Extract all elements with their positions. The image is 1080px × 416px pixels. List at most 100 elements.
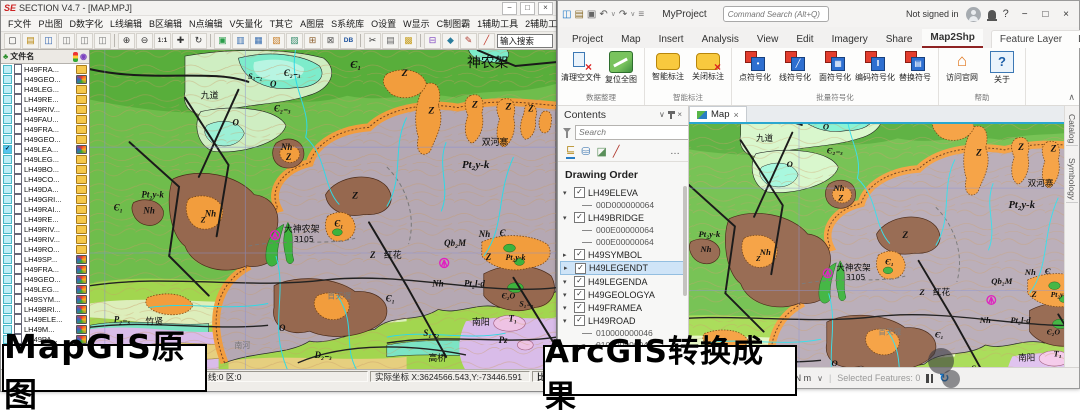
context-tab-feature-layer[interactable]: Feature Layer [992, 31, 1070, 48]
layer-item-h49legendt[interactable]: ▸✓H49LEGENDT [560, 261, 686, 275]
ribbon-button-about[interactable]: 关于 [983, 50, 1021, 91]
file-checkbox[interactable] [3, 275, 12, 284]
save-icon[interactable]: ◫ [40, 33, 57, 49]
polygon-view-icon[interactable]: ▥ [232, 33, 249, 49]
attach-icon[interactable]: ▨ [286, 33, 303, 49]
file-row[interactable]: ✓H49LEA... [1, 144, 89, 154]
save-project-icon[interactable]: ◫ [562, 9, 571, 20]
area-edit-icon[interactable]: ▣ [214, 33, 231, 49]
file-row[interactable]: LH49CO... [1, 174, 89, 184]
file-checkbox[interactable] [3, 185, 12, 194]
expander-icon[interactable]: ▾ [563, 291, 571, 299]
list-by-drawing-order-icon[interactable]: ⊑ [566, 143, 575, 159]
layer-checkbox[interactable]: ✓ [574, 302, 585, 313]
file-checkbox[interactable] [3, 205, 12, 214]
ribbon-button-reset[interactable]: 复位全图 [602, 50, 640, 91]
layer-item-h49symbol[interactable]: ▸✓H49SYMBOL [560, 248, 686, 261]
tools-icon[interactable]: ⊠ [322, 33, 339, 49]
mapgis-menu-item-2[interactable]: D数字化 [67, 17, 107, 30]
minimize-button[interactable]: − [1016, 9, 1034, 20]
ribbon-tab-analysis[interactable]: Analysis [694, 31, 747, 48]
file-row[interactable]: H49LEG... [1, 84, 89, 94]
layer-item-lh49eleva[interactable]: ▾✓LH49ELEVA [560, 186, 686, 199]
ribbon-button-note[interactable]: 智能标注 [649, 50, 687, 91]
file-checkbox[interactable] [3, 165, 12, 174]
file-row[interactable]: H49FRA... [1, 64, 89, 74]
ribbon-tab-map2shp[interactable]: Map2Shp [922, 29, 982, 48]
mapgis-menu-item-0[interactable]: F文件 [5, 17, 35, 30]
mapgis-menu-item-13[interactable]: 1辅助工具 [474, 17, 521, 30]
layer-checkbox[interactable]: ✓ [574, 249, 585, 260]
mapgis-menu-item-11[interactable]: W显示 [400, 17, 433, 30]
maximize-button[interactable]: □ [520, 2, 535, 15]
expander-icon[interactable]: ▾ [563, 189, 571, 197]
ribbon-button-sym-pg[interactable]: 面符号化 [816, 50, 854, 91]
ribbon-button-clean[interactable]: 清理空文件 [562, 50, 600, 91]
pause-drawing-icon[interactable] [926, 374, 933, 383]
file-checkbox[interactable]: ✓ [3, 145, 12, 154]
expander-icon[interactable]: ▾ [563, 214, 571, 222]
command-search-input[interactable] [723, 6, 829, 22]
mapgis-menu-item-4[interactable]: B区编辑 [146, 17, 185, 30]
zoom-in-icon[interactable]: ⊕ [118, 33, 135, 49]
docked-tab-symbology[interactable]: Symbology [1066, 156, 1078, 203]
collapse-ribbon-icon[interactable]: ∧ [1068, 92, 1075, 103]
redo-icon[interactable]: ↷ [619, 9, 627, 20]
layer-checkbox[interactable]: ✓ [574, 276, 585, 287]
close-button[interactable]: × [538, 2, 553, 15]
zoom-out-icon[interactable]: ⊖ [136, 33, 153, 49]
layers-icon[interactable]: ▧ [268, 33, 285, 49]
file-checkbox[interactable] [3, 125, 12, 134]
edit-point-icon[interactable]: ✎ [460, 33, 477, 49]
export-icon[interactable]: ◫ [94, 33, 111, 49]
open-icon[interactable]: ▤ [574, 9, 583, 20]
file-row[interactable]: H49FRA... [1, 264, 89, 274]
ribbon-tab-imagery[interactable]: Imagery [824, 31, 876, 48]
file-checkbox[interactable] [3, 305, 12, 314]
context-tab-labeling[interactable]: Labeling [1070, 31, 1080, 48]
layer-item-h49legenda[interactable]: ▾✓H49LEGENDA [560, 275, 686, 288]
avatar[interactable] [966, 7, 981, 22]
map-view-tab[interactable]: Map × [689, 106, 747, 122]
file-checkbox[interactable] [3, 155, 12, 164]
layer-symbol-item[interactable]: 00D000000064 [560, 199, 686, 211]
table-icon[interactable]: ⊞ [304, 33, 321, 49]
mapgis-menu-item-1[interactable]: P出图 [36, 17, 66, 30]
ribbon-button-noteoff[interactable]: 关闭标注 [689, 50, 727, 91]
file-checkbox[interactable] [3, 195, 12, 204]
mapgis-menu-item-8[interactable]: A图层 [297, 17, 327, 30]
save-all-icon[interactable]: ◫ [76, 33, 93, 49]
layer-symbol-item[interactable]: 000E00000064 [560, 236, 686, 248]
layer-item-h49geologya[interactable]: ▾✓H49GEOLOGYA [560, 288, 686, 301]
close-pane-icon[interactable]: × [677, 110, 682, 119]
list-by-selection-icon[interactable]: ◪ [596, 145, 606, 158]
file-row[interactable]: LH49SP... [1, 254, 89, 264]
pan-icon[interactable]: ✚ [172, 33, 189, 49]
docked-tab-catalog[interactable]: Catalog [1066, 112, 1078, 146]
layer-checkbox[interactable]: ✓ [574, 212, 585, 223]
notifications-icon[interactable] [988, 10, 996, 19]
expander-icon[interactable]: ▸ [564, 264, 572, 272]
more-options-icon[interactable]: … [670, 146, 680, 157]
file-row[interactable]: LH49BRI... [1, 304, 89, 314]
ribbon-button-sym-code[interactable]: 编码符号化 [856, 50, 894, 91]
file-row[interactable]: H49LEG... [1, 154, 89, 164]
expander-icon[interactable]: ▾ [563, 278, 571, 286]
copy-icon[interactable]: ▤ [382, 33, 399, 49]
zoom-1to1-icon[interactable]: 1:1 [154, 33, 171, 49]
list-by-editing-icon[interactable]: ╱ [613, 145, 620, 158]
file-row[interactable]: H49GEO... [1, 74, 89, 84]
file-row[interactable]: H49SYM... [1, 294, 89, 304]
symbol-lib-icon[interactable]: ⊟ [424, 33, 441, 49]
ribbon-tab-view[interactable]: View [749, 31, 787, 48]
mapgis-menu-item-6[interactable]: V矢量化 [227, 17, 266, 30]
expander-icon[interactable]: ▾ [563, 304, 571, 312]
paste-icon[interactable]: ▩ [400, 33, 417, 49]
filter-icon[interactable] [563, 128, 571, 137]
minimize-button[interactable]: − [502, 2, 517, 15]
mapgis-search-input[interactable]: 输入搜索 [497, 34, 553, 48]
layer-checkbox[interactable]: ✓ [575, 263, 586, 274]
layer-item-lh49bridge[interactable]: ▾✓LH49BRIDGE [560, 211, 686, 224]
help-icon[interactable]: ? [1003, 8, 1009, 20]
ribbon-button-web[interactable]: ⌂访问官网 [943, 50, 981, 91]
